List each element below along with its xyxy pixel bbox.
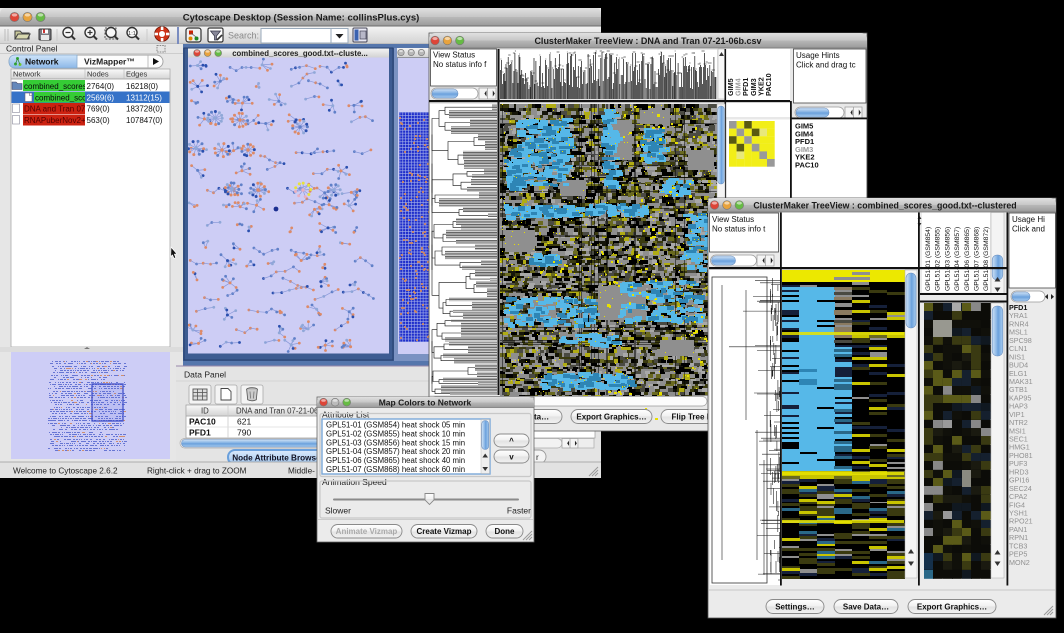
svg-text:GPL51-02 (GSM855) heat shock 1: GPL51-02 (GSM855) heat shock 10 min (326, 429, 465, 438)
svg-text:Click and drag tc: Click and drag tc (796, 61, 856, 70)
svg-text:ID: ID (201, 407, 209, 416)
svg-text:No status info f: No status info f (433, 60, 487, 69)
svg-text:GPL51-04 (GSM857): GPL51-04 (GSM857) (954, 227, 961, 291)
svg-text:PAC10: PAC10 (189, 417, 216, 427)
svg-text:GPL51-06 (GSM865) heat shock 4: GPL51-06 (GSM865) heat shock 40 min (326, 456, 465, 465)
svg-text:769(0): 769(0) (87, 105, 110, 114)
svg-text:Middle-: Middle- (288, 467, 315, 476)
svg-text:PAC10: PAC10 (795, 161, 819, 170)
svg-text:2764(0): 2764(0) (87, 82, 115, 91)
svg-text:Network: Network (13, 70, 41, 79)
svg-text:PFD1: PFD1 (189, 428, 211, 438)
svg-text:Animation Speed: Animation Speed (322, 477, 387, 487)
svg-text:RNAPuberNov2+!: RNAPuberNov2+! (24, 116, 88, 125)
svg-text:GPL51-07 (GSM868) heat shock 6: GPL51-07 (GSM868) heat shock 60 min (326, 465, 465, 474)
svg-text:Settings…: Settings… (775, 602, 815, 611)
svg-text:View Status: View Status (712, 215, 754, 224)
svg-text:GPL51-07 (GSM868): GPL51-07 (GSM868) (974, 227, 981, 291)
svg-text:VizMapper™: VizMapper™ (84, 57, 135, 67)
svg-text:GPL51-06 (GSM865): GPL51-06 (GSM865) (964, 227, 971, 291)
svg-text:Flip Tree N: Flip Tree N (672, 412, 713, 421)
svg-text:Save Data…: Save Data… (843, 602, 889, 611)
svg-text:PAC10: PAC10 (764, 73, 773, 96)
svg-text:^: ^ (509, 436, 514, 445)
svg-text:Click and: Click and (1012, 225, 1045, 234)
svg-text:Control Panel: Control Panel (6, 44, 58, 54)
svg-text:1:1: 1:1 (128, 31, 136, 37)
svg-text:ClusterMaker TreeView : combin: ClusterMaker TreeView : combined_scores_… (753, 201, 1016, 211)
svg-text:Usage Hints: Usage Hints (796, 51, 840, 60)
svg-text:GPL51-08 (GSM872): GPL51-08 (GSM872) (983, 227, 990, 291)
svg-text:Cytoscape Desktop (Session Nam: Cytoscape Desktop (Session Name: collins… (183, 13, 420, 24)
svg-text:Map Colors to Network: Map Colors to Network (379, 398, 472, 408)
svg-text:DNA and Tran 07: DNA and Tran 07 (24, 105, 86, 114)
svg-text:DNA and Tran 07-21-06: DNA and Tran 07-21-06 (236, 407, 318, 416)
svg-text:No status info t: No status info t (712, 225, 766, 234)
svg-text:r: r (536, 453, 539, 462)
svg-text:Usage Hi: Usage Hi (1012, 215, 1045, 224)
svg-text:GPL51-02 (GSM855): GPL51-02 (GSM855) (935, 227, 942, 291)
svg-text:Done: Done (495, 527, 516, 536)
svg-text:GPL51-04 (GSM857) heat shock 2: GPL51-04 (GSM857) heat shock 20 min (326, 447, 465, 456)
svg-text:Network: Network (25, 57, 59, 67)
svg-text:790: 790 (237, 428, 251, 438)
svg-text:2569(6): 2569(6) (87, 94, 115, 103)
svg-text:16218(0): 16218(0) (126, 82, 158, 91)
svg-text:ClusterMaker TreeView : DNA an: ClusterMaker TreeView : DNA and Tran 07-… (534, 36, 761, 46)
svg-text:Node Attribute Browser: Node Attribute Browser (232, 454, 324, 463)
svg-text:Data Panel: Data Panel (184, 370, 226, 380)
svg-text:563(0): 563(0) (87, 116, 110, 125)
svg-text:Create Vizmap: Create Vizmap (417, 527, 472, 536)
svg-text:Export Graphics…: Export Graphics… (917, 602, 987, 611)
svg-text:183728(0): 183728(0) (126, 105, 163, 114)
svg-text:621: 621 (237, 417, 251, 427)
svg-text:Welcome to Cytoscape 2.6.2: Welcome to Cytoscape 2.6.2 (13, 467, 118, 476)
svg-text:107847(0): 107847(0) (126, 116, 163, 125)
svg-text:GPL51-03 (GSM856) heat shock 1: GPL51-03 (GSM856) heat shock 15 min (326, 438, 465, 447)
svg-text:GPL51-01 (GSM854) heat shock 0: GPL51-01 (GSM854) heat shock 05 min (326, 421, 465, 430)
svg-text:13112(15): 13112(15) (126, 94, 162, 103)
svg-text:Edges: Edges (126, 70, 148, 79)
svg-text:Nodes: Nodes (87, 70, 109, 79)
svg-text:v: v (509, 452, 514, 461)
svg-text:Attribute List: Attribute List (322, 410, 370, 420)
svg-text:combined_scores_: combined_scores_ (24, 82, 92, 91)
svg-text:Slower: Slower (325, 506, 351, 516)
svg-text:combined_sco: combined_sco (35, 94, 87, 103)
svg-text:MON2: MON2 (1009, 558, 1030, 567)
svg-text:Search:: Search: (228, 31, 259, 41)
svg-text:View Status: View Status (433, 51, 475, 60)
svg-text:Faster: Faster (507, 506, 531, 516)
svg-text:Export Graphics…: Export Graphics… (576, 412, 646, 421)
svg-text:GPL51-01 (GSM854): GPL51-01 (GSM854) (925, 227, 932, 291)
svg-text:combined_scores_good.txt--clus: combined_scores_good.txt--cluste... (232, 49, 368, 58)
svg-text:GPL51-03 (GSM856): GPL51-03 (GSM856) (944, 227, 951, 291)
svg-text:Right-click + drag to ZOOM: Right-click + drag to ZOOM (147, 467, 247, 476)
svg-text:Animate Vizmap: Animate Vizmap (336, 527, 398, 536)
